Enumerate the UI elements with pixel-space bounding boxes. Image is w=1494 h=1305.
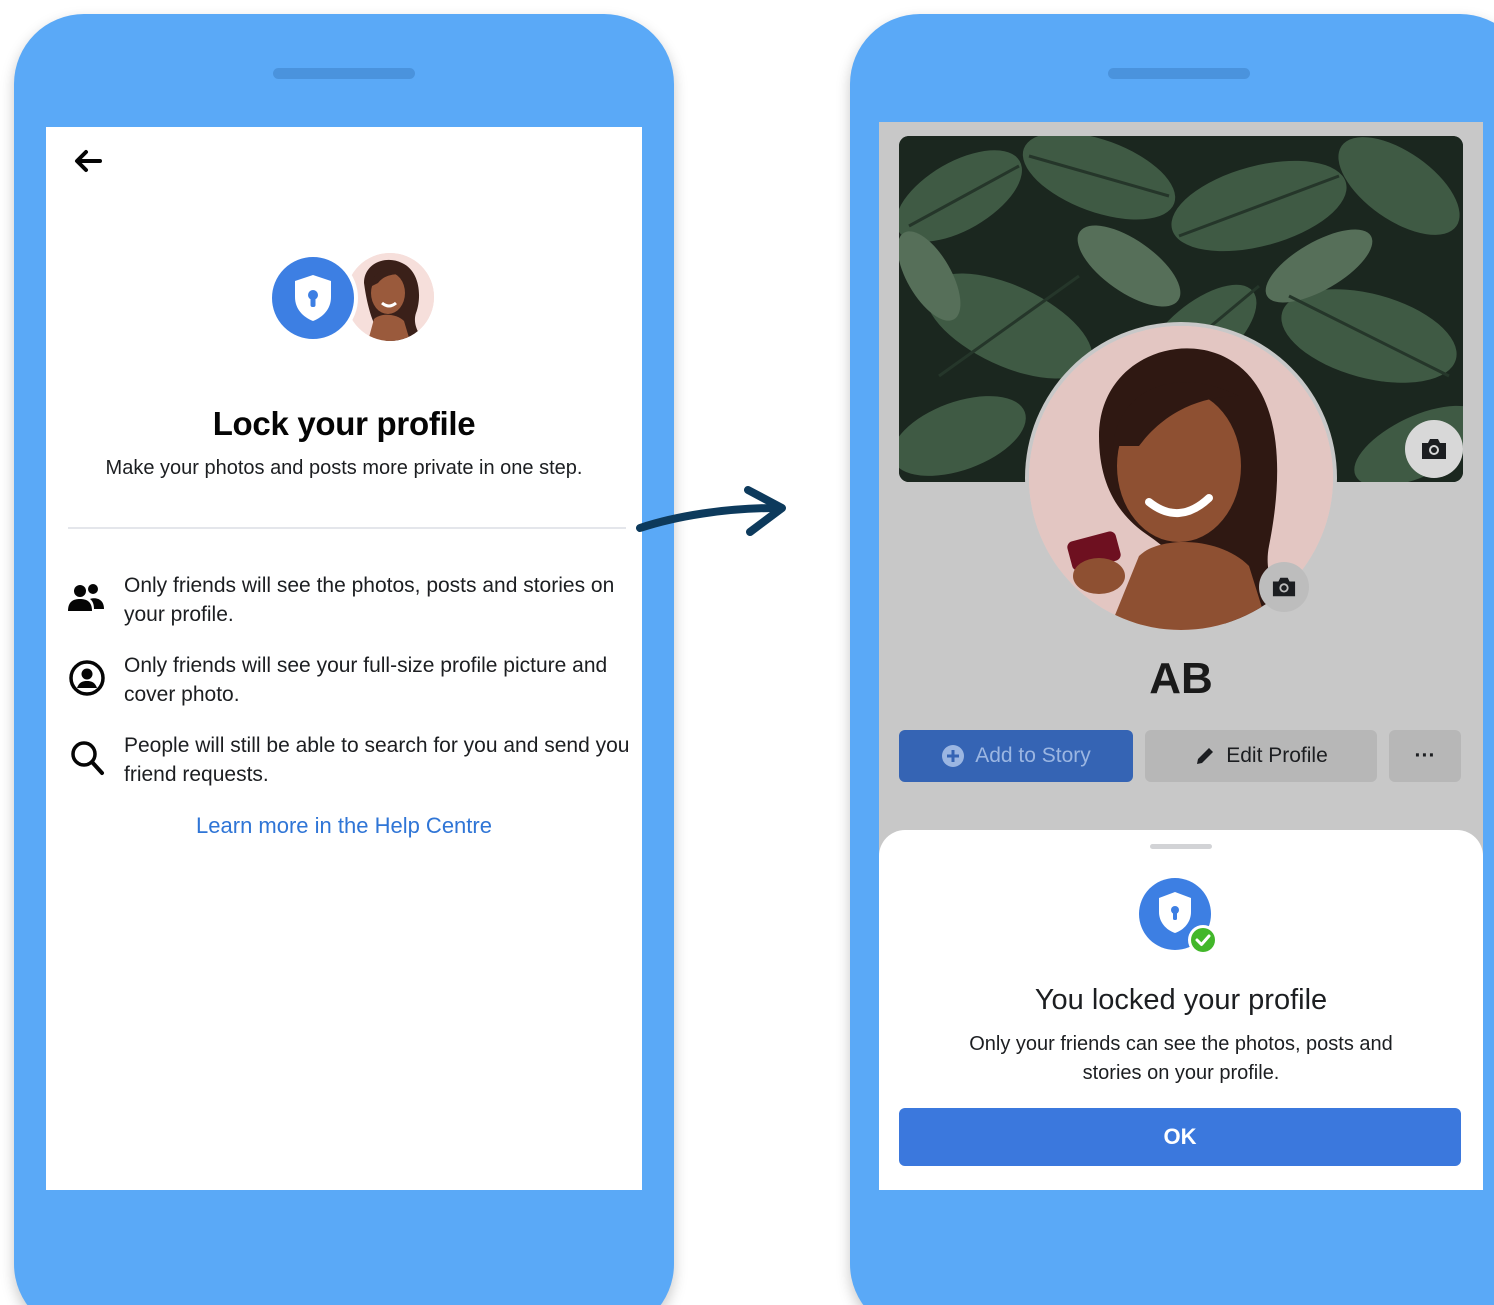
camera-icon[interactable] xyxy=(1259,562,1309,612)
plus-circle-icon xyxy=(942,745,965,767)
camera-icon[interactable] xyxy=(1405,420,1463,478)
shield-lock-icon xyxy=(268,253,358,343)
lock-profile-screen: Lock your profile Make your photos and p… xyxy=(46,127,642,1190)
add-to-story-button[interactable]: Add to Story xyxy=(899,730,1133,782)
search-icon xyxy=(66,737,108,779)
page-subtitle: Make your photos and posts more private … xyxy=(105,457,583,479)
sheet-title: You locked your profile xyxy=(1034,984,1328,1016)
friends-icon xyxy=(66,577,108,619)
page-title: Lock your profile xyxy=(212,405,476,442)
back-arrow-icon[interactable] xyxy=(70,147,104,175)
phone-speaker xyxy=(1108,68,1250,79)
bottom-sheet: You locked your profile Only your friend… xyxy=(879,830,1483,1190)
profile-circle-icon xyxy=(66,657,108,699)
phone-speaker xyxy=(273,68,415,79)
profile-name: AB xyxy=(1149,654,1213,703)
flow-arrow-icon xyxy=(636,486,786,536)
more-options-button[interactable]: ··· xyxy=(1389,730,1461,782)
feature-text: Only friends will see your full-size pro… xyxy=(124,654,608,706)
sheet-text: Only your friends can see the photos, po… xyxy=(969,1033,1393,1084)
feature-text: People will still be able to search for … xyxy=(124,734,630,786)
lock-profile-hero xyxy=(268,253,438,343)
ok-button[interactable]: OK xyxy=(899,1108,1461,1166)
help-centre-link[interactable]: Learn more in the Help Centre xyxy=(46,813,642,839)
pencil-icon xyxy=(1197,748,1214,764)
shield-check-icon xyxy=(1137,876,1221,960)
sheet-handle[interactable] xyxy=(1150,844,1212,849)
edit-profile-button[interactable]: Edit Profile xyxy=(1145,730,1377,782)
add-to-story-label: Add to Story xyxy=(975,744,1091,767)
edit-profile-label: Edit Profile xyxy=(1226,744,1328,767)
feature-text: Only friends will see the photos, posts … xyxy=(124,574,615,626)
divider xyxy=(68,527,626,529)
avatar xyxy=(346,253,434,341)
profile-screen: AB Add to Story Edit Profile ··· You loc… xyxy=(879,122,1483,1190)
